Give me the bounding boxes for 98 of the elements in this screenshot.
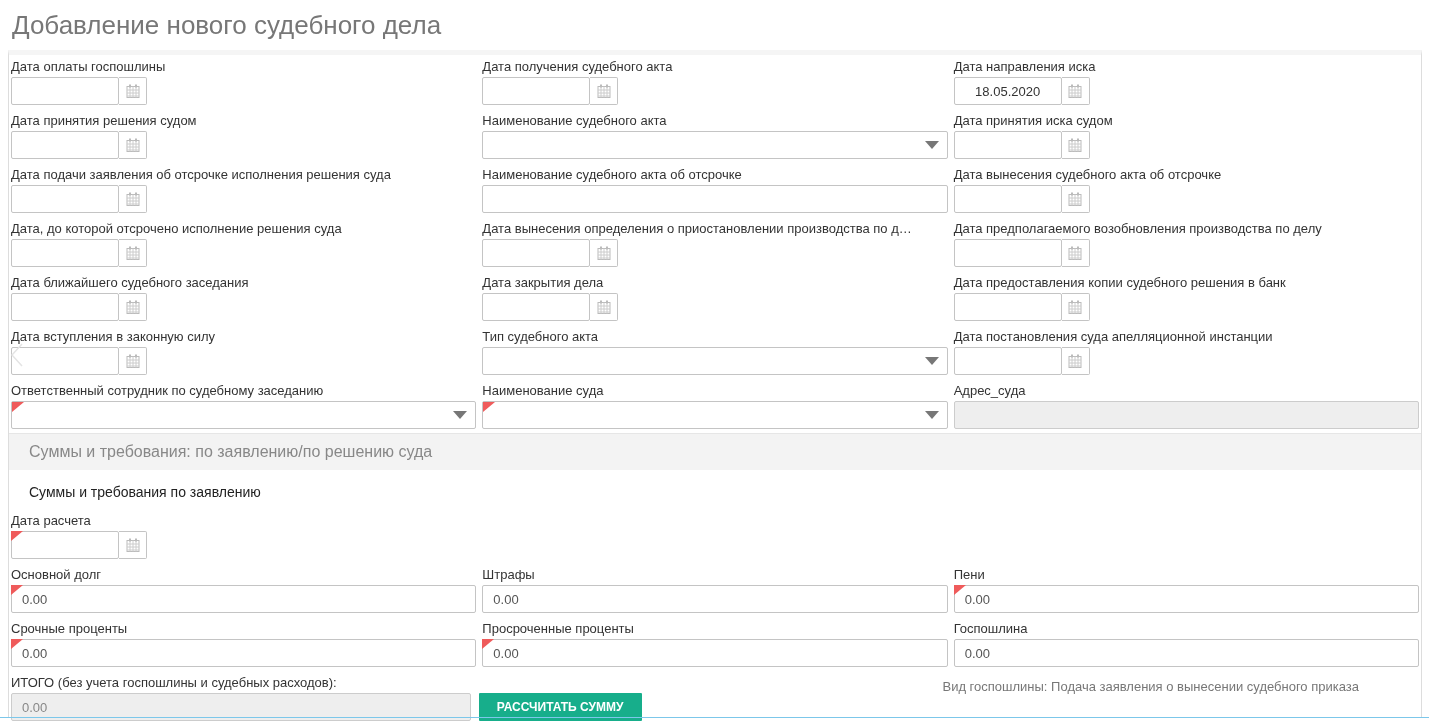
date-field[interactable] bbox=[11, 531, 119, 559]
readonly-field: 0.00 bbox=[11, 693, 471, 721]
field-label: Наименование судебного акта об отсрочке bbox=[482, 167, 743, 183]
date-field[interactable] bbox=[953, 347, 1062, 375]
chevron-left-icon[interactable] bbox=[11, 343, 23, 367]
date-field[interactable] bbox=[11, 293, 119, 321]
field-label: Дата предполагаемого возобновления производства по делу bbox=[953, 221, 1323, 237]
date-field[interactable] bbox=[482, 77, 591, 105]
calendar-button[interactable] bbox=[119, 239, 147, 267]
caret-icon bbox=[453, 411, 468, 419]
field-label: Тип судебного акта bbox=[482, 329, 600, 345]
dropdown-field[interactable] bbox=[482, 131, 948, 159]
field-label: Дата получения судебного акта bbox=[482, 59, 674, 75]
field-label: Просроченные проценты bbox=[482, 621, 635, 637]
calendar-icon bbox=[1068, 300, 1083, 314]
calendar-icon bbox=[125, 138, 140, 152]
text-field[interactable]: 0.00 bbox=[953, 585, 1419, 613]
fee-type-note: Вид госпошлины: Подача заявления о вынесении судебного приказа bbox=[942, 678, 1360, 694]
field-label: Госпошлина bbox=[953, 621, 1029, 637]
calendar-button[interactable] bbox=[119, 131, 147, 159]
field-label: Штрафы bbox=[482, 567, 536, 583]
date-field[interactable] bbox=[11, 131, 119, 159]
dropdown-field[interactable] bbox=[11, 401, 477, 429]
date-field[interactable] bbox=[953, 239, 1062, 267]
calendar-icon bbox=[1068, 246, 1083, 260]
date-field[interactable] bbox=[482, 293, 591, 321]
calendar-button[interactable] bbox=[1061, 239, 1090, 267]
field-label: Дата принятия иска судом bbox=[953, 113, 1114, 129]
field-label: Дата подачи заявления об отсрочке исполнения решения суда bbox=[11, 167, 392, 183]
calendar-icon bbox=[1068, 354, 1083, 368]
calendar-icon bbox=[125, 84, 140, 98]
field-label: Дата предоставления копии судебного решения в банк bbox=[953, 275, 1287, 291]
caret-icon bbox=[924, 357, 939, 365]
field-label: Основной долг bbox=[11, 567, 103, 583]
text-field[interactable]: 0.00 bbox=[482, 585, 948, 613]
calendar-icon bbox=[125, 246, 140, 260]
calendar-button[interactable] bbox=[1061, 185, 1090, 213]
field-label: Срочные проценты bbox=[11, 621, 129, 637]
calendar-button[interactable] bbox=[1061, 347, 1090, 375]
caret-icon bbox=[924, 411, 939, 419]
calendar-icon bbox=[125, 354, 140, 368]
calendar-icon bbox=[596, 246, 611, 260]
calendar-button[interactable] bbox=[1061, 77, 1090, 105]
calendar-icon bbox=[1068, 192, 1083, 206]
calendar-icon bbox=[125, 192, 140, 206]
caret-icon bbox=[924, 141, 939, 149]
text-field[interactable]: 0.00 bbox=[11, 585, 477, 613]
text-field[interactable]: 0.00 bbox=[482, 639, 948, 667]
field-label: Дата направления иска bbox=[953, 59, 1097, 75]
field-label: Наименование судебного акта bbox=[482, 113, 668, 129]
page-title: Добавление нового судебного дела bbox=[11, 8, 443, 42]
calendar-icon bbox=[125, 300, 140, 314]
field-label: Дата вынесения определения о приостановлении производства по д… bbox=[482, 221, 913, 237]
dropdown-field[interactable] bbox=[482, 347, 948, 375]
field-label: Наименование суда bbox=[482, 383, 605, 399]
text-field[interactable]: 0.00 bbox=[953, 639, 1419, 667]
calendar-button[interactable] bbox=[590, 239, 619, 267]
field-label: Дата вступления в законную силу bbox=[11, 329, 217, 345]
calendar-button[interactable] bbox=[119, 77, 147, 105]
calendar-button[interactable] bbox=[119, 185, 147, 213]
calendar-button[interactable] bbox=[119, 347, 147, 375]
calendar-icon bbox=[596, 84, 611, 98]
calendar-button[interactable] bbox=[1061, 293, 1090, 321]
subsection-title: Суммы и требования по заявлению bbox=[29, 483, 262, 502]
date-field[interactable] bbox=[11, 77, 119, 105]
field-label: Дата, до которой отсрочено исполнение решения суда bbox=[11, 221, 343, 237]
calendar-button[interactable] bbox=[1061, 131, 1090, 159]
text-field[interactable]: 0.00 bbox=[11, 639, 477, 667]
date-field[interactable] bbox=[953, 185, 1062, 213]
field-label: Дата оплаты госпошлины bbox=[11, 59, 167, 75]
field-label: Дата ближайшего судебного заседания bbox=[11, 275, 250, 291]
field-label: Дата вынесения судебного акта об отсрочке bbox=[953, 167, 1223, 183]
text-field[interactable] bbox=[482, 185, 948, 213]
section-title: Суммы и требования: по заявлению/по решению суда bbox=[28, 443, 433, 461]
field-label: Дата закрытия дела bbox=[482, 275, 605, 291]
field-label: Адрес_суда bbox=[953, 383, 1027, 399]
calendar-button[interactable] bbox=[590, 77, 619, 105]
calendar-icon bbox=[1068, 84, 1083, 98]
calendar-button[interactable] bbox=[119, 293, 147, 321]
date-field[interactable] bbox=[953, 293, 1062, 321]
date-field[interactable] bbox=[482, 239, 591, 267]
field-label: Дата принятия решения судом bbox=[11, 113, 198, 129]
date-field[interactable] bbox=[11, 185, 119, 213]
date-field[interactable]: 18.05.2020 bbox=[953, 77, 1062, 105]
field-label: Дата постановления суда апелляционной инстанции bbox=[953, 329, 1274, 345]
date-field[interactable] bbox=[953, 131, 1062, 159]
field-label: ИТОГО (без учета госпошлины и судебных расходов): bbox=[11, 675, 338, 691]
calendar-icon bbox=[125, 538, 140, 552]
dropdown-field[interactable] bbox=[482, 401, 948, 429]
field-label: Пени bbox=[953, 567, 986, 583]
calendar-icon bbox=[1068, 138, 1083, 152]
field-label: Ответственный сотрудник по судебному заседанию bbox=[11, 383, 325, 399]
calendar-button[interactable] bbox=[119, 531, 147, 559]
field-label: Дата расчета bbox=[11, 513, 92, 529]
calendar-button[interactable] bbox=[590, 293, 619, 321]
calendar-icon bbox=[596, 300, 611, 314]
date-field[interactable] bbox=[11, 239, 119, 267]
date-field[interactable] bbox=[11, 347, 119, 375]
